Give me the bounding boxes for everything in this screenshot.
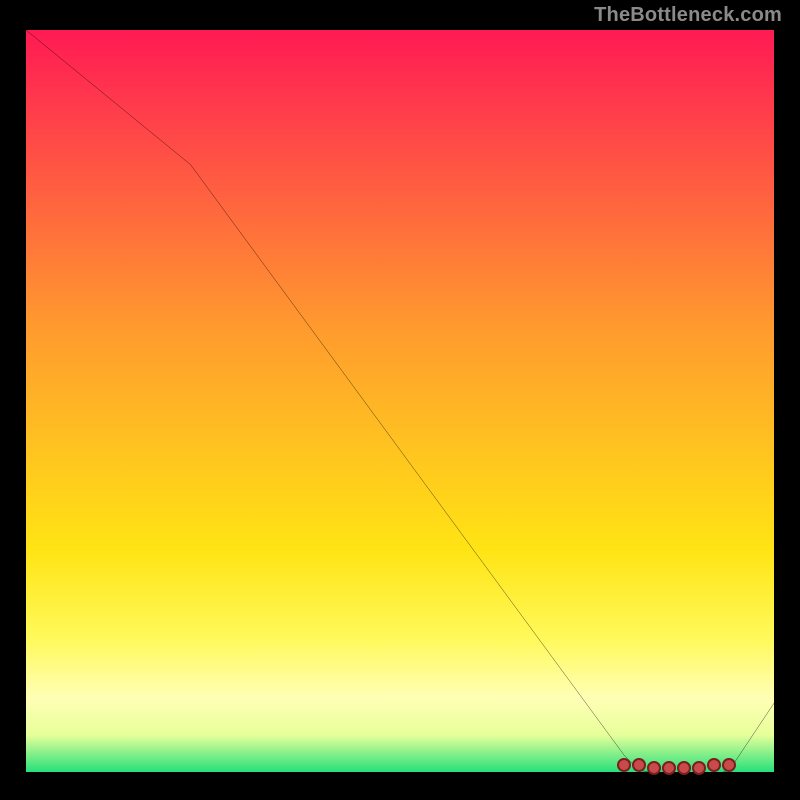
- optimal-marker: [707, 758, 721, 772]
- optimal-marker: [662, 761, 676, 775]
- chart-root: TheBottleneck.com: [0, 0, 800, 800]
- optimal-marker: [692, 761, 706, 775]
- optimal-marker: [677, 761, 691, 775]
- optimal-marker: [647, 761, 661, 775]
- attribution-text: TheBottleneck.com: [594, 4, 782, 27]
- optimal-marker: [722, 758, 736, 772]
- optimal-marker: [617, 758, 631, 772]
- optimal-range-markers: [26, 30, 774, 772]
- optimal-marker: [632, 758, 646, 772]
- plot-area: [26, 30, 774, 772]
